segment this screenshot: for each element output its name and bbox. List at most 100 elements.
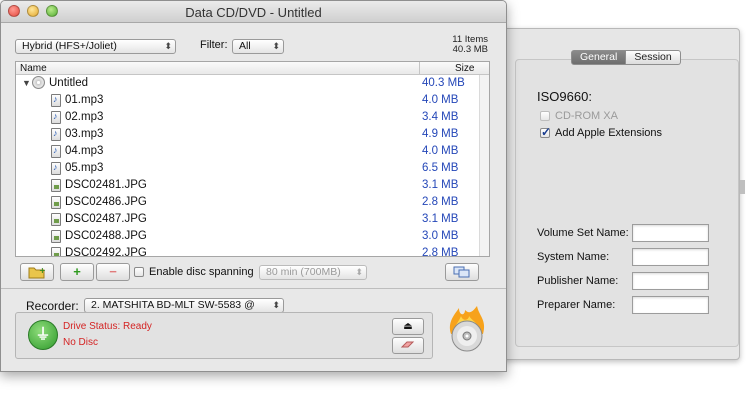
file-name: 01.mp3 [65,94,104,106]
burn-disc-icon [449,306,485,352]
audio-file-icon [51,128,61,141]
title-bar[interactable]: Data CD/DVD - Untitled [1,1,506,23]
inspector-resize-handle[interactable] [740,180,745,194]
file-name: DSC02481.JPG [65,179,147,191]
disclosure-triangle-icon[interactable]: ▼ [22,78,31,88]
list-scrollbar[interactable] [479,75,489,256]
list-item[interactable]: 05.mp3 6.5 MB [16,160,489,177]
inspector-toggle-button[interactable] [445,263,479,281]
file-name: DSC02487.JPG [65,213,147,225]
folder-icon: + [28,266,46,279]
file-rows: 01.mp3 4.0 MB 02.mp3 3.4 MB 03.mp3 4.9 MB 04.m… [16,92,489,257]
file-size: 6.5 MB [422,162,459,174]
recorder-label: Recorder: [26,299,79,313]
file-size: 4.0 MB [422,94,459,106]
list-item[interactable]: DSC02488.JPG 3.0 MB [16,228,489,245]
image-file-icon [51,179,61,192]
system-name-label: System Name: [537,251,610,263]
bottom-toolbar: + + − Enable disc spanning 80 min (700MB… [15,263,490,281]
remove-button[interactable]: − [96,263,130,281]
root-disc-size: 40.3 MB [422,77,465,89]
file-size: 3.0 MB [422,230,459,242]
file-size: 3.4 MB [422,111,459,123]
image-file-icon [51,247,61,256]
list-header: Name Size [16,62,489,75]
column-header-name[interactable]: Name [20,63,47,74]
system-name-field[interactable] [632,248,709,266]
image-file-icon [51,196,61,209]
tab-session[interactable]: Session [626,50,681,65]
list-item[interactable]: DSC02481.JPG 3.1 MB [16,177,489,194]
root-disc-row[interactable]: ▼ Untitled 40.3 MB [16,75,489,92]
file-name: DSC02486.JPG [65,196,147,208]
recorder-popup[interactable]: 2. MATSHITA BD-MLT SW-5583 @ USI [84,298,284,324]
total-size: 40.3 MB [452,44,488,55]
separator [1,288,506,289]
list-item[interactable]: DSC02487.JPG 3.1 MB [16,211,489,228]
file-list[interactable]: Name Size ▼ Untitled 40.3 MB 01.mp3 4.0 M… [15,61,490,257]
list-item[interactable]: DSC02486.JPG 2.8 MB [16,194,489,211]
column-divider[interactable] [419,62,420,75]
apple-extensions-label: Add Apple Extensions [555,127,663,139]
format-popup[interactable]: Hybrid (HFS+/Joliet) [15,39,176,54]
tab-general[interactable]: General [571,50,627,65]
file-size: 2.8 MB [422,247,459,257]
publisher-name-label: Publisher Name: [537,275,619,287]
audio-file-icon [51,94,61,107]
file-size: 3.1 MB [422,179,459,191]
list-item[interactable]: 02.mp3 3.4 MB [16,109,489,126]
disc-spanning-row[interactable]: Enable disc spanning [134,266,254,278]
file-name: 04.mp3 [65,145,104,157]
window-title: Data CD/DVD - Untitled [185,5,322,20]
file-size: 3.1 MB [422,213,459,225]
data-cd-window: Data CD/DVD - Untitled Hybrid (HFS+/Joli… [0,0,507,372]
list-item[interactable]: 03.mp3 4.9 MB [16,126,489,143]
eject-icon: ⏏ [403,321,413,332]
burn-button[interactable] [441,304,491,354]
root-disc-name: Untitled [49,77,88,89]
cdrom-xa-checkbox[interactable] [540,111,550,121]
disc-spanning-checkbox[interactable] [134,267,144,277]
audio-file-icon [51,162,61,175]
list-item[interactable]: 01.mp3 4.0 MB [16,92,489,109]
volume-set-name-field[interactable] [632,224,709,242]
image-file-icon [51,230,61,243]
add-button[interactable]: + [60,263,94,281]
column-header-size[interactable]: Size [455,63,474,74]
publisher-name-row: Publisher Name: [537,272,709,290]
file-name: 05.mp3 [65,162,104,174]
preparer-name-row: Preparer Name: [537,296,709,314]
preparer-name-field[interactable] [632,296,709,314]
filter-popup[interactable]: All [232,39,284,54]
list-item[interactable]: 04.mp3 4.0 MB [16,143,489,160]
usb-icon: ⏚ [28,320,58,350]
drive-status-box: ⏚ Drive Status: Ready No Disc ⏏ [15,312,433,359]
volume-set-name-row: Volume Set Name: [537,224,709,242]
publisher-name-field[interactable] [632,272,709,290]
preparer-name-label: Preparer Name: [537,299,616,311]
spanning-size-popup[interactable]: 80 min (700MB) [259,265,367,280]
inspector-tabs: General Session [571,50,681,65]
new-folder-button[interactable]: + [20,263,54,281]
list-item[interactable]: DSC02492.JPG 2.8 MB [16,245,489,257]
audio-file-icon [51,145,61,158]
erase-button[interactable] [392,337,424,354]
file-size: 4.0 MB [422,145,459,157]
disc-spanning-label: Enable disc spanning [149,266,254,278]
apple-extensions-checkbox[interactable] [540,125,551,139]
volume-set-name-label: Volume Set Name: [537,227,629,239]
apple-extensions-checkbox-row[interactable]: Add Apple Extensions [540,125,663,139]
eraser-icon [400,341,415,348]
filter-label: Filter: [200,39,228,51]
disc-icon [32,76,45,89]
eject-button[interactable]: ⏏ [392,318,424,335]
file-name: DSC02492.JPG [65,247,147,257]
cdrom-xa-checkbox-row[interactable]: CD-ROM XA [540,110,618,122]
audio-file-icon [51,111,61,124]
svg-text:+: + [39,266,46,275]
system-name-row: System Name: [537,248,709,266]
cdrom-xa-label: CD-ROM XA [555,110,618,122]
disc-status-text: No Disc [63,337,99,348]
file-name: 03.mp3 [65,128,104,140]
top-toolbar: Hybrid (HFS+/Joliet) Filter: All 11 Item… [15,35,492,55]
